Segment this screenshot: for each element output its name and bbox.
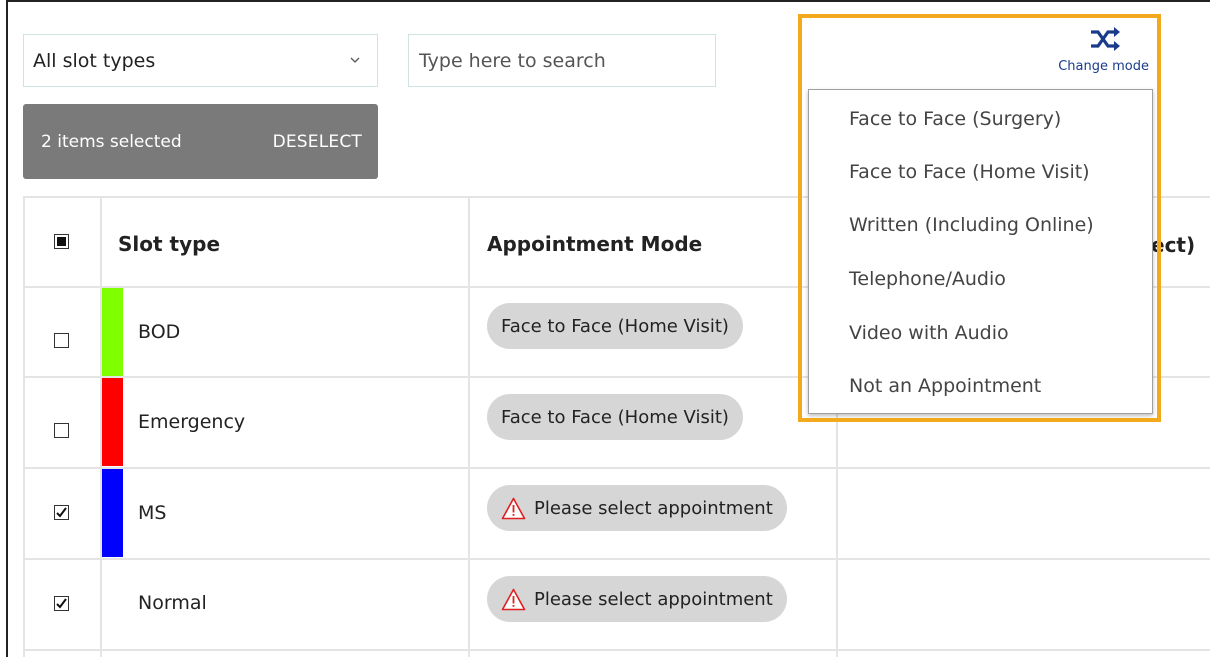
slot-name: Normal xyxy=(138,592,207,614)
row-checkbox-normal[interactable] xyxy=(54,596,69,611)
table-row-divider xyxy=(23,649,1210,651)
slot-name: MS xyxy=(138,502,167,524)
checkmark-icon xyxy=(56,598,67,609)
slot-color-swatch xyxy=(102,469,123,557)
slot-name: Emergency xyxy=(138,411,246,433)
slot-color-swatch xyxy=(102,378,123,466)
menu-item-written-including-online[interactable]: Written (Including Online) xyxy=(849,214,1094,236)
appointment-mode-label: Please select appointment xyxy=(534,497,773,519)
header-slot-type[interactable]: Slot type xyxy=(118,232,220,256)
selection-bar: 2 items selected DESELECT xyxy=(23,104,378,179)
header-third-column[interactable]: ect) xyxy=(1151,233,1195,257)
row-checkbox-ms[interactable] xyxy=(54,505,69,520)
appointment-mode-label: Face to Face (Home Visit) xyxy=(501,315,729,337)
partial-select-indicator xyxy=(57,237,66,246)
checkmark-icon xyxy=(56,507,67,518)
search-input[interactable] xyxy=(408,34,716,87)
appointment-mode-pill[interactable]: Please select appointment xyxy=(487,576,787,622)
appointment-mode-pill[interactable]: Face to Face (Home Visit) xyxy=(487,394,743,440)
table-row-divider xyxy=(23,558,1210,560)
slot-name: BOD xyxy=(138,321,181,343)
slot-type-filter-value: All slot types xyxy=(33,49,156,72)
warning-icon xyxy=(501,588,526,610)
change-mode-label: Change mode xyxy=(1058,59,1149,74)
chevron-down-icon xyxy=(350,57,360,63)
appointment-mode-pill[interactable]: Please select appointment xyxy=(487,485,787,531)
appointment-mode-label: Face to Face (Home Visit) xyxy=(501,406,729,428)
table-row-divider xyxy=(23,467,1210,469)
appointment-mode-pill[interactable]: Face to Face (Home Visit) xyxy=(487,303,743,349)
appointment-mode-label: Please select appointment xyxy=(534,588,773,610)
window-top-border xyxy=(6,0,1210,2)
selection-count: 2 items selected xyxy=(41,131,182,152)
slot-type-filter-select[interactable]: All slot types xyxy=(23,34,378,87)
table-border-left xyxy=(23,196,25,657)
select-all-checkbox[interactable] xyxy=(54,234,69,249)
window-left-border xyxy=(6,0,8,657)
menu-item-video-with-audio[interactable]: Video with Audio xyxy=(849,322,1009,344)
menu-item-face-to-face-surgery[interactable]: Face to Face (Surgery) xyxy=(849,108,1061,130)
menu-item-not-an-appointment[interactable]: Not an Appointment xyxy=(849,375,1041,397)
menu-item-telephone-audio[interactable]: Telephone/Audio xyxy=(849,268,1006,290)
menu-item-face-to-face-home-visit[interactable]: Face to Face (Home Visit) xyxy=(849,161,1090,183)
slot-color-swatch xyxy=(102,288,123,376)
change-mode-button[interactable]: Change mode xyxy=(1053,26,1149,82)
warning-icon xyxy=(501,497,526,519)
deselect-button[interactable]: DESELECT xyxy=(273,132,362,152)
row-checkbox-emergency[interactable] xyxy=(54,423,69,438)
shuffle-icon xyxy=(1091,27,1120,51)
table-col-divider xyxy=(468,196,470,657)
header-appointment-mode[interactable]: Appointment Mode xyxy=(487,232,702,256)
change-mode-menu: Face to Face (Surgery) Face to Face (Hom… xyxy=(808,89,1153,414)
row-checkbox-bod[interactable] xyxy=(54,333,69,348)
